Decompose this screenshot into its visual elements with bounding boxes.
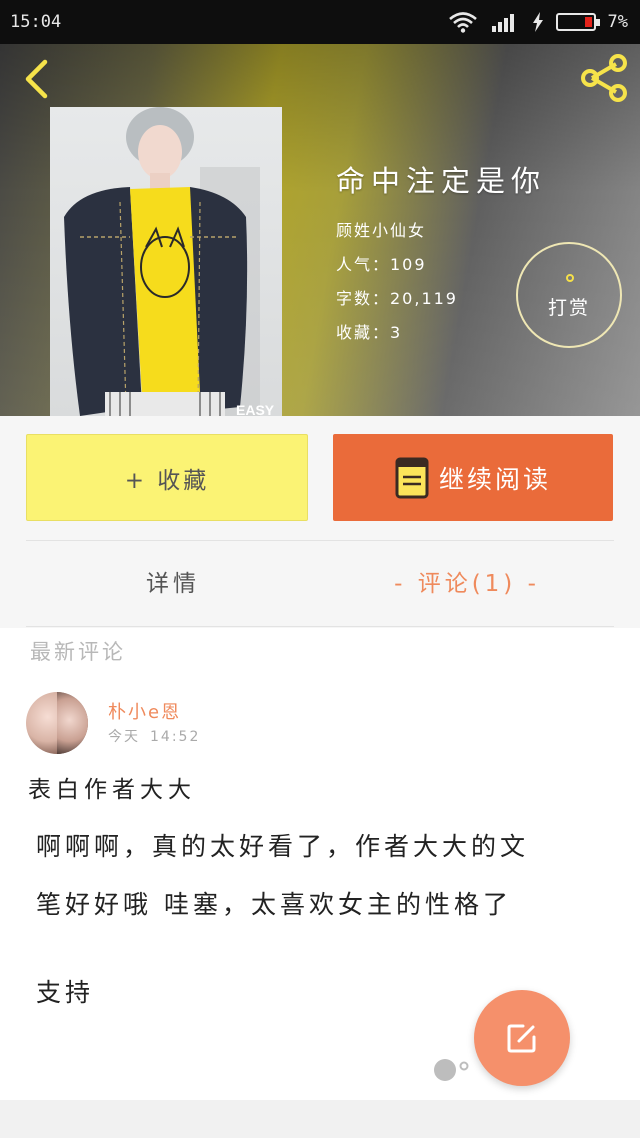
status-time: 15:04 (10, 12, 62, 32)
comment-title: 表白作者大大 (28, 777, 196, 803)
battery-icon (555, 13, 600, 31)
comment-body-line: 笔好好哦 哇塞，太喜欢女主的性格了 (36, 890, 512, 919)
book-word-count: 字数：20,119 (336, 289, 458, 308)
book-cover-image[interactable]: EASY (50, 107, 282, 416)
continue-reading-label: 继续阅读 (438, 464, 551, 494)
status-icons: 7% (448, 11, 628, 33)
book-author[interactable]: 顾姓小仙女 (336, 214, 546, 248)
back-button[interactable] (14, 54, 58, 104)
signal-icon (491, 14, 514, 32)
share-icon (581, 54, 627, 102)
avatar[interactable] (26, 692, 88, 754)
bottom-strip (0, 1100, 640, 1138)
wifi-icon (448, 12, 477, 33)
edit-icon (507, 1024, 536, 1053)
reward-label: 打赏 (547, 296, 590, 319)
section-label-latest-comments: 最新评论 (30, 640, 126, 664)
comment-time: 14:52 (150, 729, 201, 745)
actions-panel: + 收藏 继续阅读 详情 - 评论(1) - (0, 416, 640, 628)
book-icon (395, 457, 429, 498)
book-title: 命中注定是你 (336, 164, 547, 198)
continue-reading-button[interactable]: 继续阅读 (333, 434, 613, 521)
battery-percent: 7% (607, 12, 628, 32)
book-info: 命中注定是你 顾姓小仙女 人气：109 字数：20,119 收藏：3 (336, 158, 546, 350)
charging-icon (532, 12, 543, 32)
comment-date: 今天 (108, 729, 140, 745)
write-comment-button[interactable] (474, 990, 570, 1086)
reply-bubble-icon[interactable] (432, 1056, 472, 1084)
comment-body-line: 啊啊啊，真的太好看了，作者大大的文 (36, 832, 530, 861)
divider (26, 540, 614, 541)
reward-button[interactable]: 打赏 (516, 242, 622, 348)
share-button[interactable] (578, 52, 630, 104)
tab-details[interactable]: 详情 (26, 556, 320, 612)
book-header: EASY 命中注定是你 顾姓小仙女 人气：109 字数：20,119 收藏：3 … (0, 44, 640, 416)
cover-text: EASY (236, 402, 275, 416)
status-bar: 15:04 7% (0, 0, 640, 44)
book-favorites: 收藏：3 (336, 323, 403, 342)
tab-comments[interactable]: - 评论(1) - (320, 556, 614, 612)
comment-username[interactable]: 朴小e恩 (108, 698, 181, 724)
comment-timestamp: 今天 14:52 (108, 726, 200, 746)
divider (26, 626, 614, 627)
book-popularity: 人气：109 (336, 255, 427, 274)
chevron-left-icon (25, 59, 48, 99)
add-to-favorites-button[interactable]: + 收藏 (26, 434, 308, 521)
add-to-favorites-label: + 收藏 (124, 467, 210, 494)
coin-icon (566, 274, 574, 282)
